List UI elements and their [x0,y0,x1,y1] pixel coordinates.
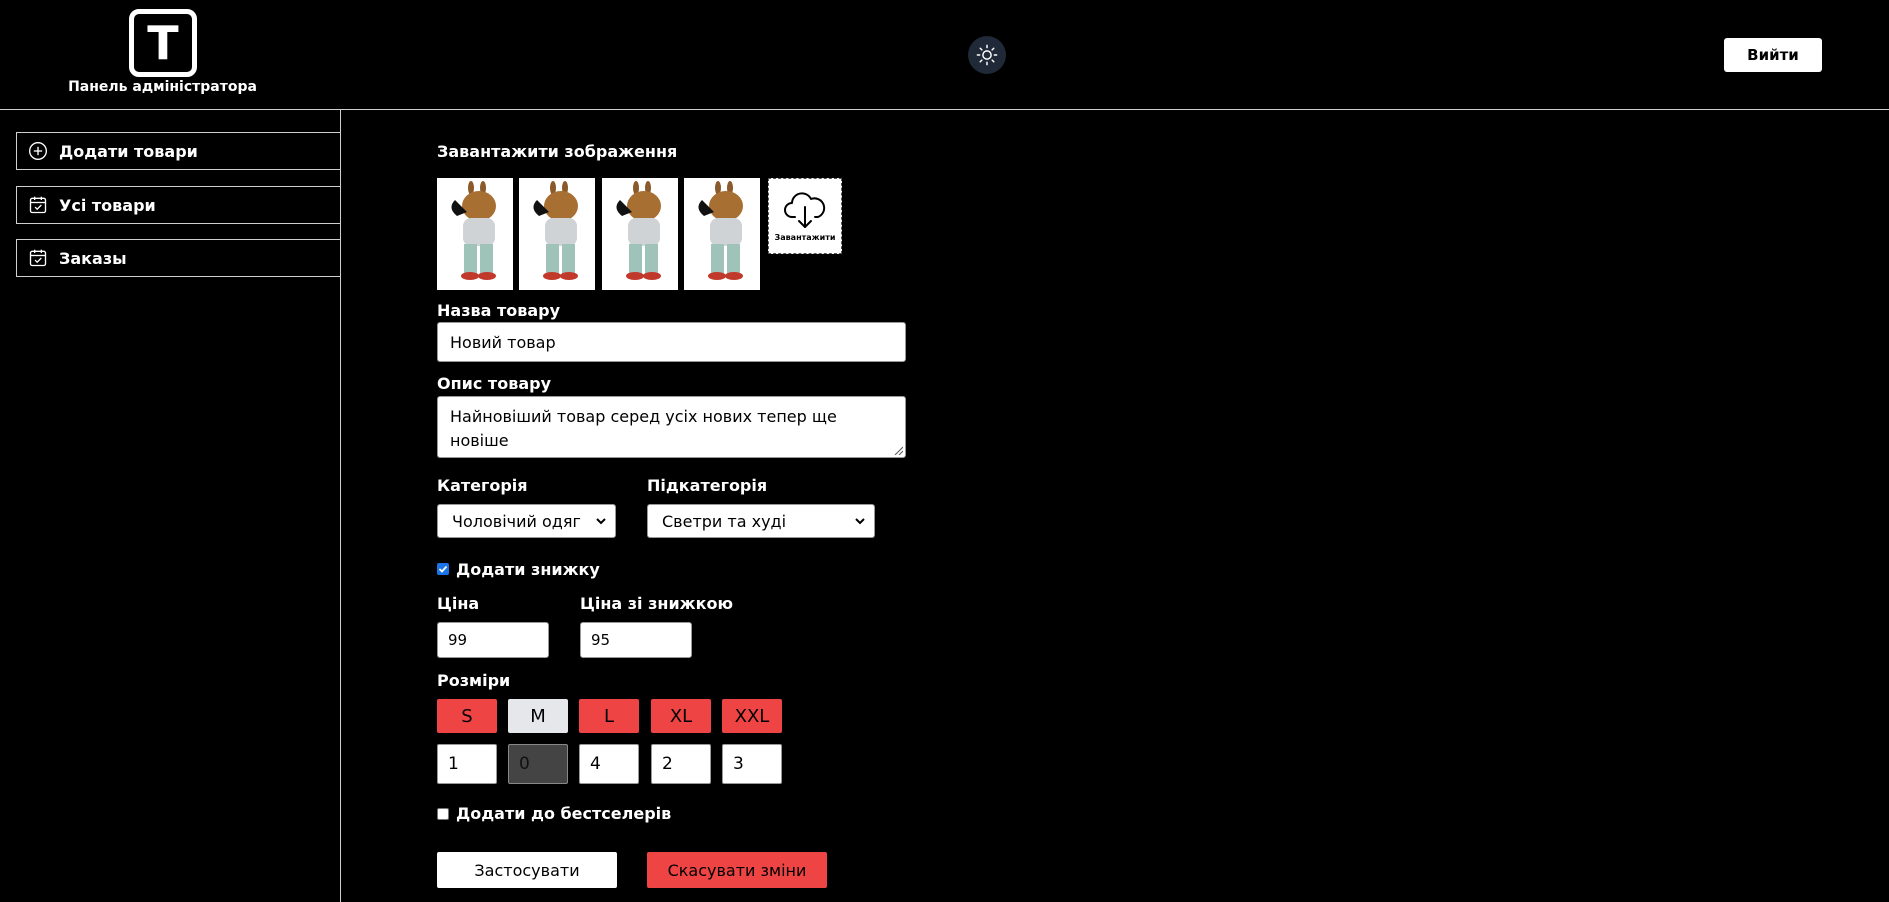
price-input[interactable]: 99 [437,622,549,658]
top-header: T Панель адміністратора Вийти [0,0,1889,110]
theme-toggle-button[interactable] [968,36,1006,74]
sidebar: Додати товари Усі товари Заказы [0,110,341,902]
logo-letter: T [147,16,179,70]
cancel-changes-button[interactable]: Скасувати зміни [647,852,827,888]
bestseller-checkbox[interactable] [437,808,449,820]
size-quantity-s[interactable]: 1 [437,744,497,784]
product-description-textarea[interactable]: Найновіший товар серед усіх нових тепер … [437,396,906,458]
size-button-m[interactable]: M [508,699,568,733]
discount-checkbox-label: Додати знижку [456,560,600,579]
sidebar-item-all-products[interactable]: Усі товари [16,186,341,224]
sidebar-item-label: Усі товари [59,195,156,215]
description-text: Найновіший товар серед усіх нових тепер … [450,407,837,450]
plus-circle-icon [27,140,49,162]
size-quantity-m: 0 [508,744,568,784]
checkmark-icon [438,565,448,573]
sidebar-item-label: Додати товари [59,141,198,161]
sidebar-item-orders[interactable]: Заказы [16,239,341,277]
product-image-thumbnail[interactable] [602,178,678,290]
category-selected-value: Чоловічий одяг [452,511,581,531]
upload-heading: Завантажити зображення [437,142,678,161]
upload-image-button[interactable]: Завантажити [768,178,842,254]
apply-button[interactable]: Застосувати [437,852,617,888]
product-image-thumbnail[interactable] [684,178,760,290]
product-name-input[interactable]: Новий товар [437,322,906,362]
bestseller-checkbox-label: Додати до бестселерів [456,804,672,823]
name-label: Назва товару [437,301,561,320]
product-image-thumbnail[interactable] [519,178,595,290]
subcategory-label: Підкатегорія [647,476,768,495]
category-label: Категорія [437,476,528,495]
description-label: Опис товару [437,374,551,393]
logout-button[interactable]: Вийти [1724,38,1822,72]
discount-price-label: Ціна зі знижкою [580,594,733,613]
category-select[interactable]: Чоловічий одяг [437,504,616,538]
subcategory-selected-value: Светри та худі [662,511,787,531]
sizes-label: Розміри [437,671,511,690]
chevron-down-icon [855,518,865,525]
cloud-download-icon [784,191,826,228]
size-button-s[interactable]: S [437,699,497,733]
discount-price-input[interactable]: 95 [580,622,692,658]
admin-panel-page: T Панель адміністратора Вийти Додати тов… [0,0,1889,902]
size-quantity-xl[interactable]: 2 [651,744,711,784]
sidebar-item-add-products[interactable]: Додати товари [16,132,341,170]
resize-grip-icon[interactable] [893,445,903,455]
subcategory-select[interactable]: Светри та худі [647,504,875,538]
product-image-thumbnail[interactable] [437,178,513,290]
upload-button-label: Завантажити [774,232,836,242]
chevron-down-icon [596,518,606,525]
size-button-l[interactable]: L [579,699,639,733]
calendar-check-icon [27,247,49,269]
size-button-xl[interactable]: XL [651,699,711,733]
sun-icon [976,44,998,66]
size-button-xxl[interactable]: XXL [722,699,782,733]
price-label: Ціна [437,594,480,613]
sidebar-item-label: Заказы [59,248,127,268]
calendar-check-icon [27,194,49,216]
logo: T [129,9,197,77]
logo-caption: Панель адміністратора [68,79,257,95]
size-quantity-l[interactable]: 4 [579,744,639,784]
discount-checkbox[interactable] [437,563,449,575]
size-quantity-xxl[interactable]: 3 [722,744,782,784]
